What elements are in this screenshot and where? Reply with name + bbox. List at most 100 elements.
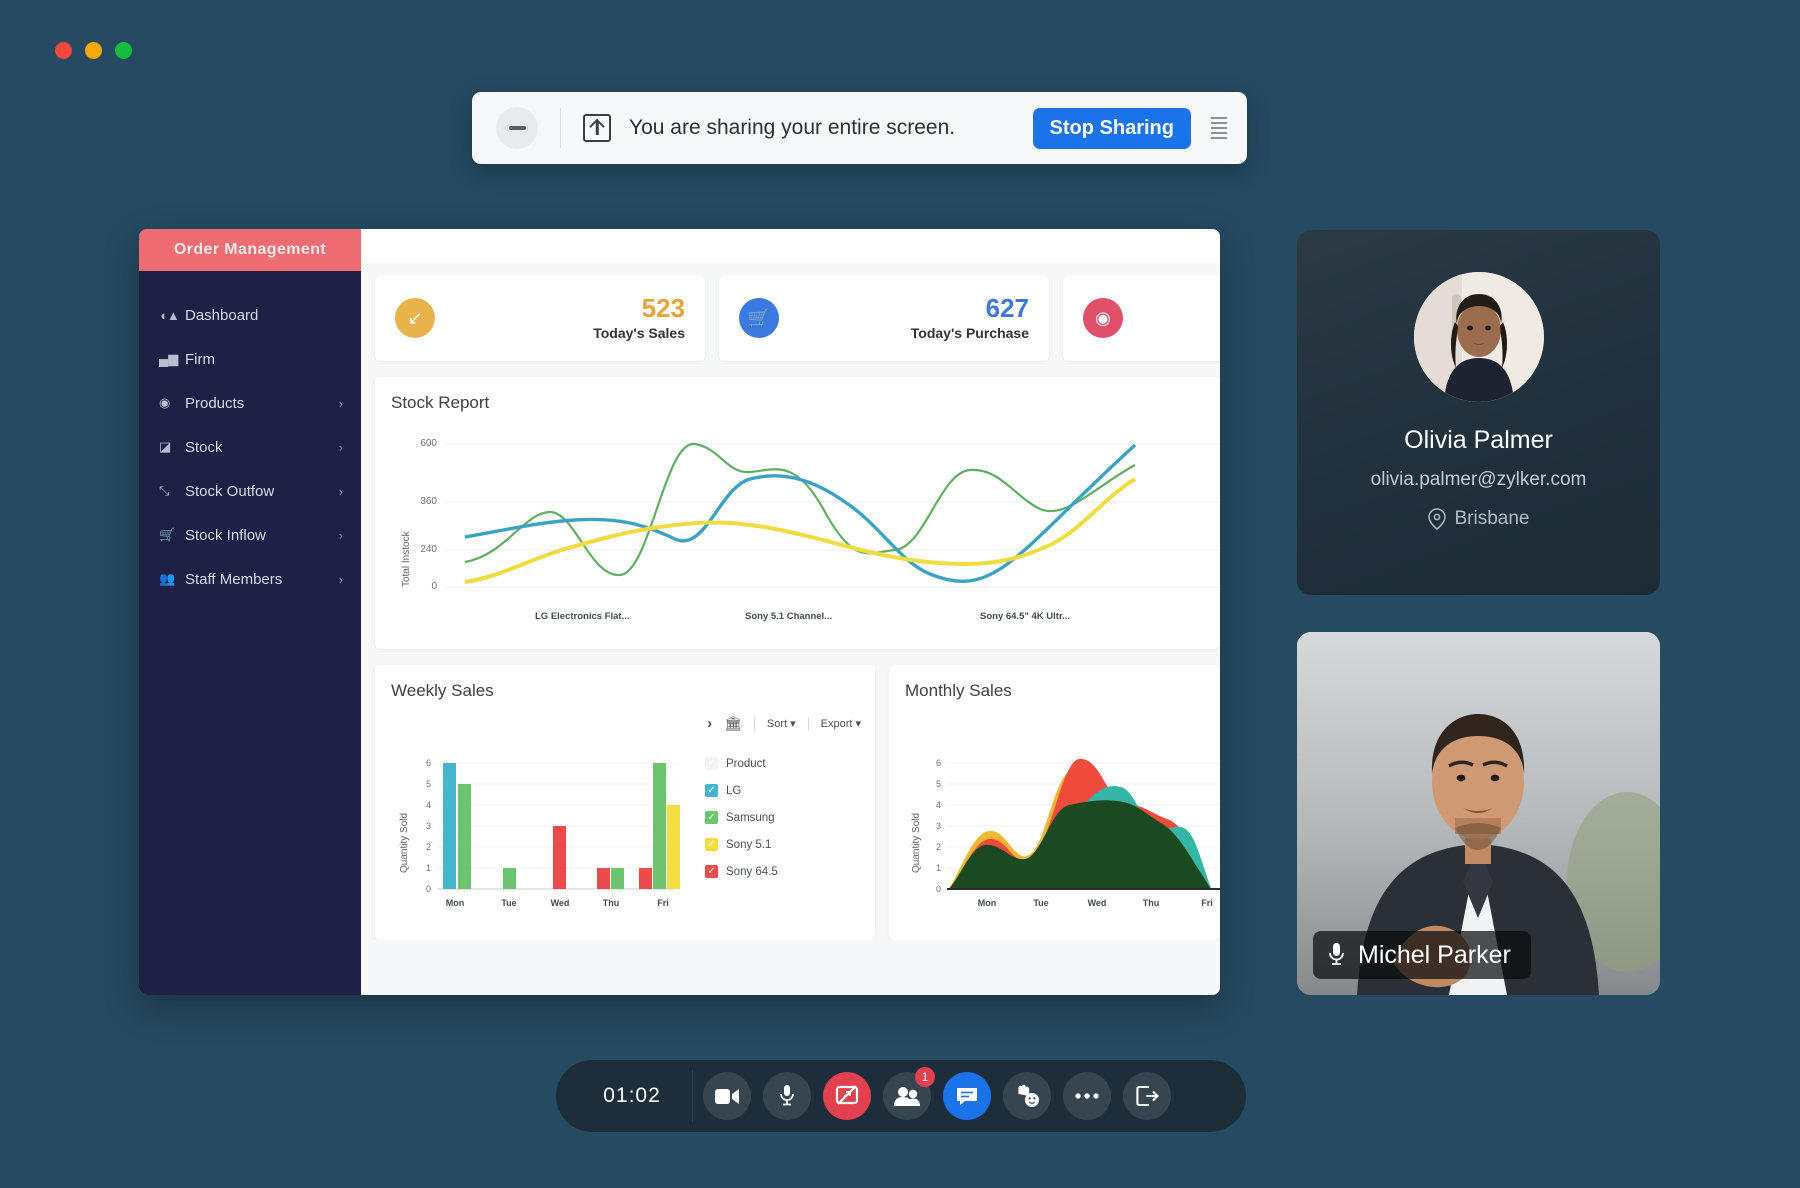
leave-button[interactable] — [1123, 1072, 1171, 1120]
participants-button[interactable]: 1 — [883, 1067, 935, 1120]
legend-item[interactable]: LG — [705, 784, 778, 797]
chart-icon[interactable]: 🏛 — [724, 715, 742, 732]
svg-text:6: 6 — [426, 758, 431, 768]
legend-item[interactable]: Sony 64.5 — [705, 865, 778, 878]
kpi-label: Today's Purchase — [910, 324, 1029, 341]
window-controls[interactable] — [55, 42, 132, 59]
participants-badge: 1 — [915, 1067, 935, 1087]
layers-icon: ◪ — [159, 439, 172, 454]
svg-text:Mon: Mon — [446, 898, 465, 908]
video-button[interactable] — [703, 1072, 751, 1120]
svg-text:3: 3 — [936, 821, 941, 831]
svg-text:4: 4 — [426, 800, 431, 810]
more-options-icon[interactable] — [1211, 117, 1227, 139]
monthly-sales-card: Monthly Sales Quantity Sold 654 3210 Mon… — [889, 665, 1220, 940]
legend-item[interactable]: Samsung — [705, 811, 778, 824]
weekly-sales-chart: Quantity Sold 654 3210 Mon Tue Wed Thu F… — [375, 743, 695, 923]
sidebar-nav: ◖▲ Dashboard ▄▆ Firm ◉ Products › ◪ Stoc… — [139, 271, 361, 601]
svg-text:1: 1 — [426, 863, 431, 873]
participant-tile-olivia-palmer[interactable]: Olivia Palmer olivia.palmer@zylker.com B… — [1297, 230, 1660, 595]
weekly-sales-toolbar: › 🏛 Sort ▾ Export ▾ — [707, 715, 861, 732]
toolbar-buttons: 1 — [703, 1067, 1171, 1120]
screen-share-off-icon — [835, 1085, 859, 1105]
avatar-image — [1413, 272, 1544, 402]
chevron-right-icon: › — [338, 571, 343, 587]
close-button[interactable] — [55, 42, 72, 59]
sidebar-item-stock-outflow[interactable]: ⤡ Stock Outfow › — [139, 469, 361, 513]
chevron-right-icon: › — [338, 527, 343, 543]
weekly-sales-title: Weekly Sales — [391, 681, 494, 700]
svg-text:Tue: Tue — [501, 898, 516, 908]
chat-button[interactable] — [943, 1072, 991, 1120]
sidebar-item-firm[interactable]: ▄▆ Firm — [139, 337, 361, 381]
sidebar-item-stock[interactable]: ◪ Stock › — [139, 425, 361, 469]
svg-text:Tue: Tue — [1033, 898, 1048, 908]
legend-label: Samsung — [726, 811, 775, 824]
svg-text:Wed: Wed — [551, 898, 570, 908]
zoom-button[interactable] — [115, 42, 132, 59]
participant-tile-michel-parker[interactable]: Michel Parker — [1297, 632, 1660, 995]
kpi-card-todays-sales[interactable]: ↙ 523 Today's Sales — [375, 275, 705, 361]
legend-label: Sony 5.1 — [726, 838, 772, 851]
sidebar-item-label: Products — [185, 394, 245, 412]
legend-label: Sony 64.5 — [726, 865, 778, 878]
svg-text:5: 5 — [936, 779, 941, 789]
divider — [692, 1070, 693, 1122]
divider — [560, 108, 561, 148]
legend-item[interactable]: Sony 5.1 — [705, 838, 778, 851]
video-camera-icon — [715, 1088, 739, 1104]
screen-share-banner: You are sharing your entire screen. Stop… — [472, 92, 1247, 164]
expand-chevron-icon[interactable]: › — [707, 715, 712, 732]
chevron-right-icon: › — [338, 439, 343, 455]
stop-sharing-button[interactable]: Stop Sharing — [1032, 107, 1191, 149]
svg-text:1: 1 — [936, 863, 941, 873]
svg-text:2: 2 — [936, 842, 941, 852]
dashboard-sidebar: Order Management ◖▲ Dashboard ▄▆ Firm ◉ … — [139, 229, 361, 995]
trend-icon: ↙ — [395, 298, 435, 338]
svg-text:4: 4 — [936, 800, 941, 810]
export-dropdown[interactable]: Export ▾ — [821, 717, 861, 730]
participant-email: olivia.palmer@zylker.com — [1370, 469, 1587, 490]
sidebar-brand: Order Management — [139, 229, 361, 271]
raise-hand-button[interactable] — [1003, 1072, 1051, 1120]
users-icon: 👥 — [159, 571, 176, 586]
legend-item[interactable]: Product — [705, 757, 778, 770]
sidebar-item-staff-members[interactable]: 👥 Staff Members › — [139, 557, 361, 601]
ellipsis-icon — [1075, 1093, 1099, 1099]
dashboard-icon: ◖▲ — [159, 307, 180, 323]
stock-report-chart: Total Instock 600 360 240 0 LG Electroni… — [375, 417, 1220, 647]
participant-name: Olivia Palmer — [1404, 426, 1553, 454]
sidebar-item-products[interactable]: ◉ Products › — [139, 381, 361, 425]
avatar — [1413, 272, 1544, 402]
participant-name: Michel Parker — [1358, 940, 1511, 969]
sharing-message: You are sharing your entire screen. — [629, 116, 956, 139]
more-button[interactable] — [1063, 1072, 1111, 1120]
stock-xtick: LG Electronics Flat... — [535, 611, 630, 622]
sidebar-item-stock-inflow[interactable]: 🛒 Stock Inflow › — [139, 513, 361, 557]
legend-swatch — [705, 757, 718, 770]
legend-swatch — [705, 865, 718, 878]
sort-dropdown[interactable]: Sort ▾ — [767, 717, 796, 730]
kpi-card-todays-purchase[interactable]: 🛒 627 Today's Purchase — [719, 275, 1049, 361]
map-pin-icon — [1427, 508, 1446, 530]
sidebar-item-label: Dashboard — [185, 306, 259, 324]
weekly-sales-card: Weekly Sales › 🏛 Sort ▾ Export ▾ Quantit… — [375, 665, 875, 940]
svg-text:0: 0 — [426, 884, 431, 894]
sidebar-item-label: Stock Outfow — [185, 482, 275, 500]
svg-text:6: 6 — [936, 758, 941, 768]
kpi-card-third[interactable]: ◉ — [1063, 275, 1220, 361]
divider — [807, 716, 809, 731]
screen-share-button[interactable] — [823, 1072, 871, 1120]
mic-button[interactable] — [763, 1072, 811, 1120]
microphone-icon — [1329, 943, 1344, 965]
svg-text:5: 5 — [426, 779, 431, 789]
minimize-button[interactable] — [85, 42, 102, 59]
participant-name-badge: Michel Parker — [1313, 931, 1531, 979]
exit-icon — [1135, 1085, 1159, 1107]
meeting-toolbar: 01:02 1 — [556, 1060, 1246, 1132]
kpi-row: ↙ 523 Today's Sales 🛒 627 Today's Purcha… — [375, 275, 1220, 361]
minimize-sharing-icon[interactable] — [496, 107, 538, 149]
svg-text:3: 3 — [426, 821, 431, 831]
meeting-screen: You are sharing your entire screen. Stop… — [0, 0, 1800, 1188]
sidebar-item-dashboard[interactable]: ◖▲ Dashboard — [139, 293, 361, 337]
